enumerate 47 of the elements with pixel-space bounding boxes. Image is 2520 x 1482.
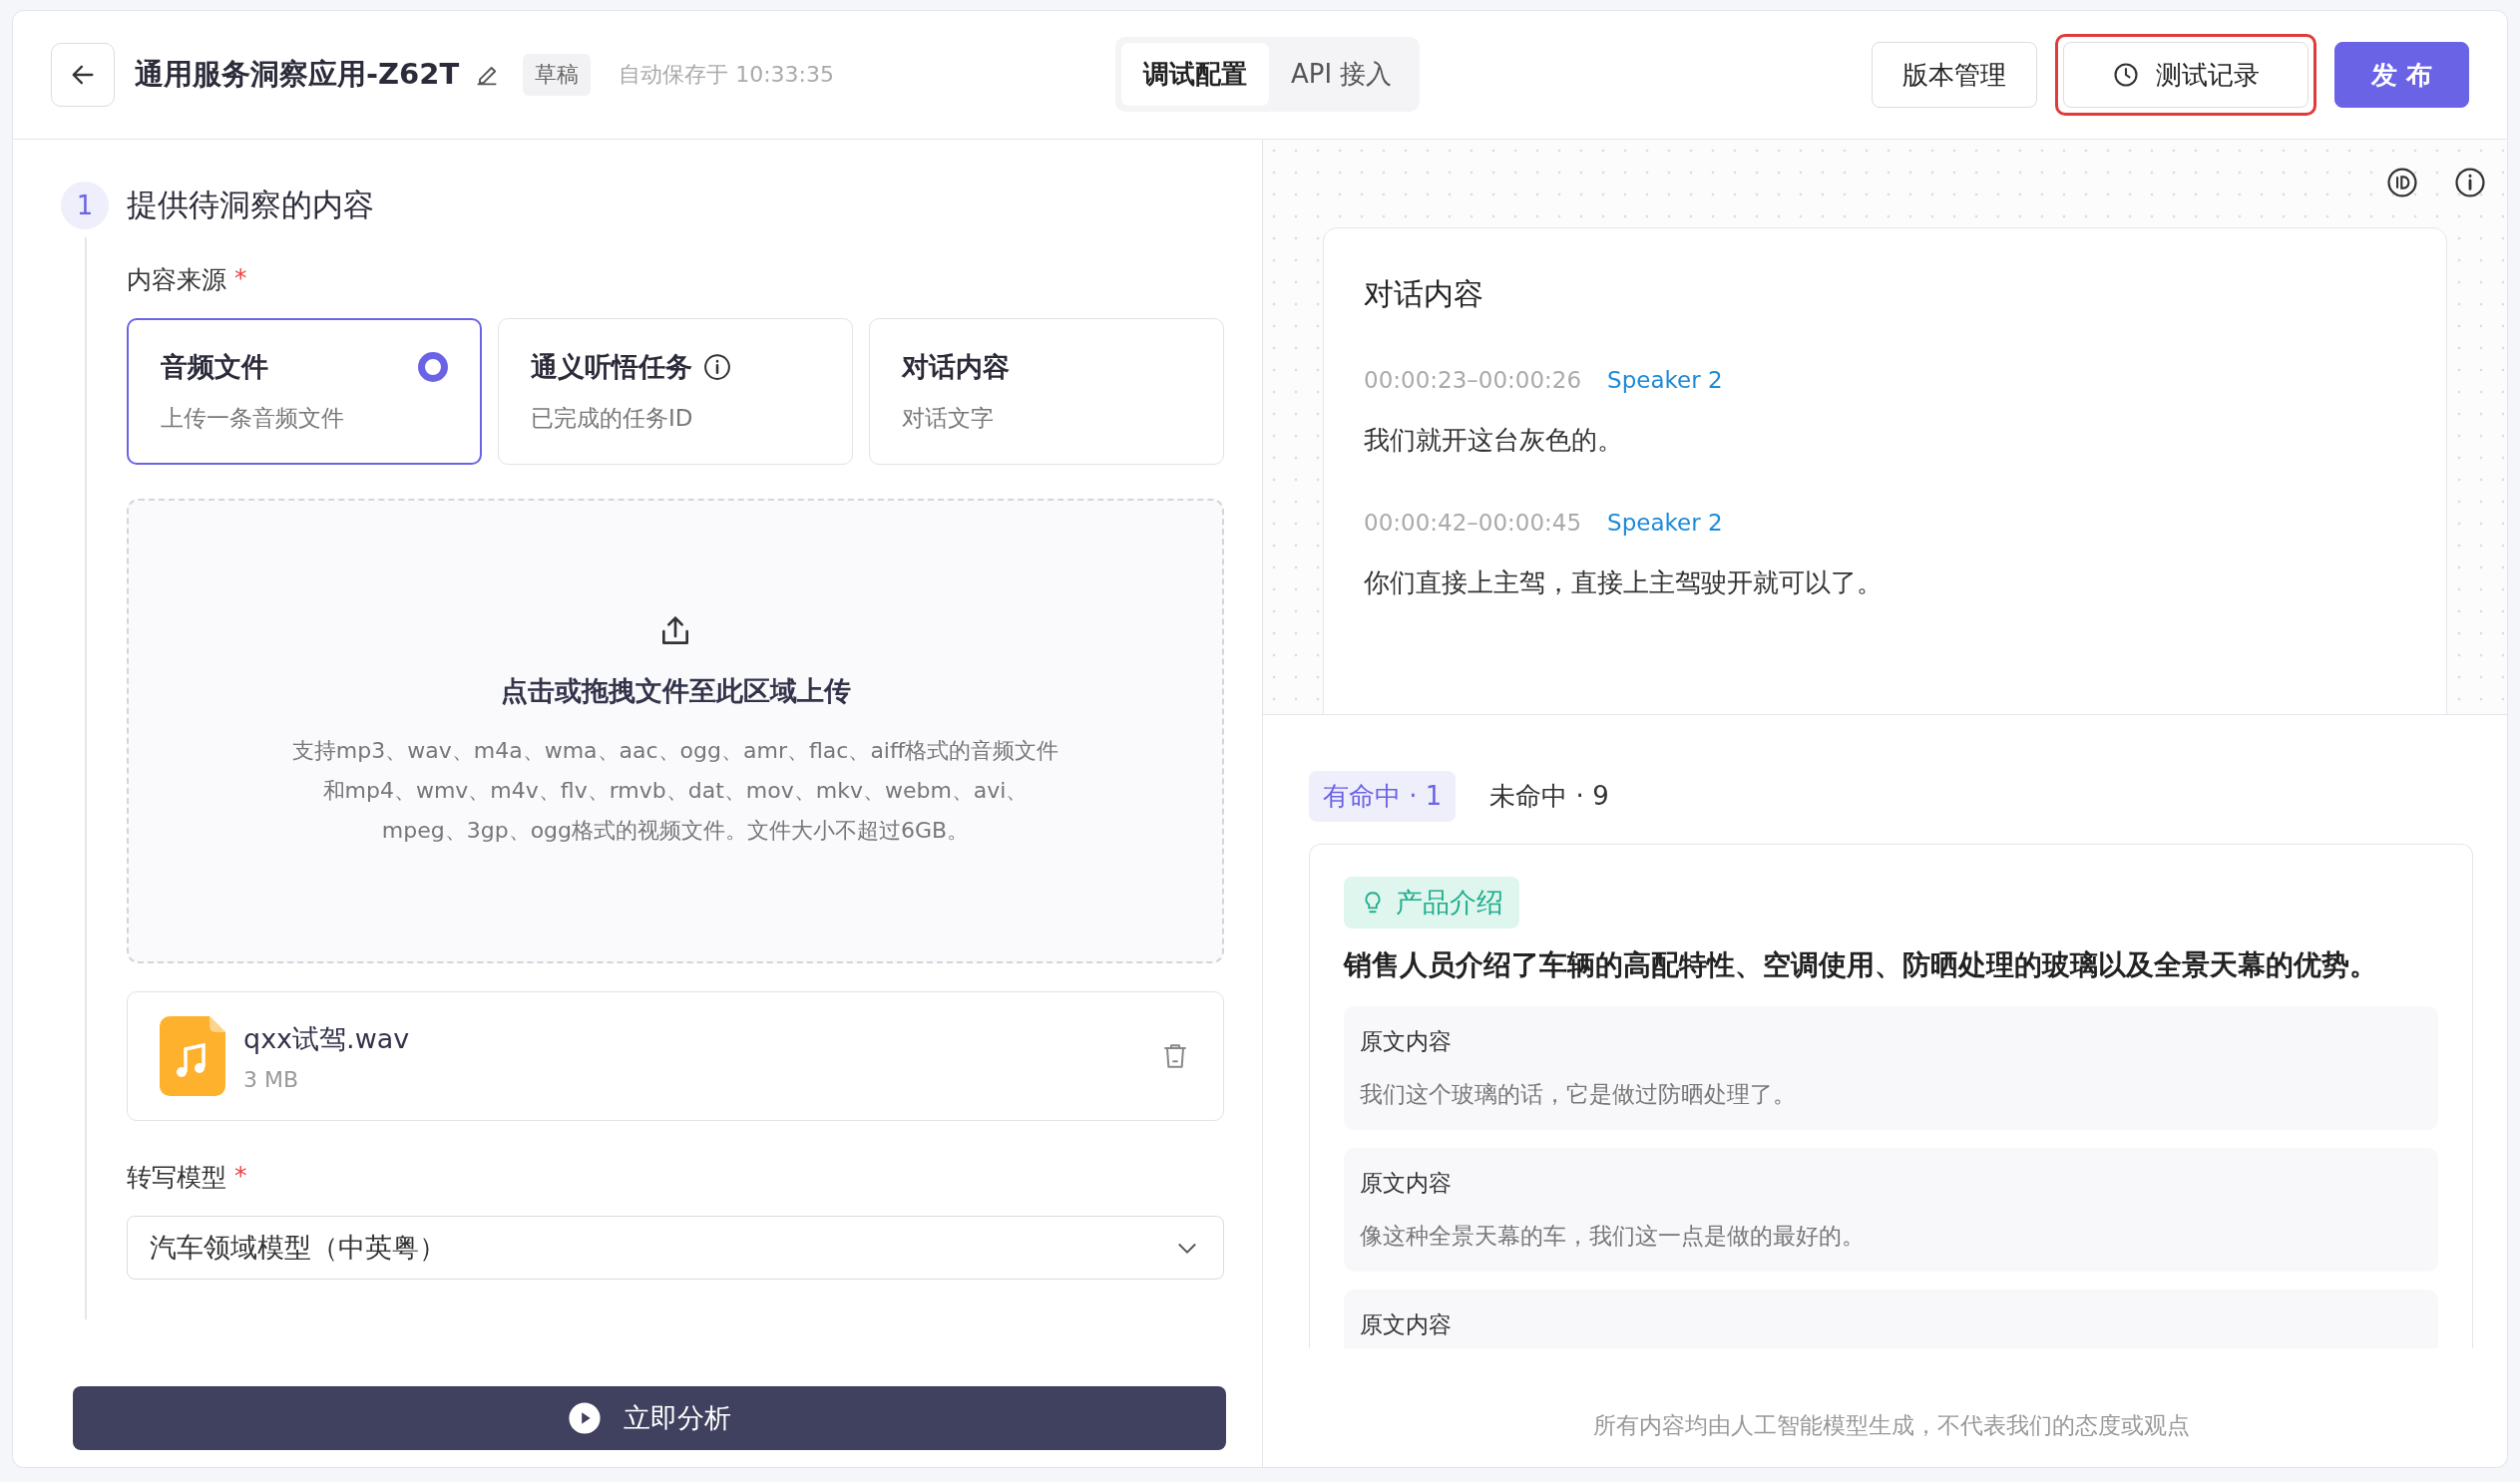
quote-text: 像这种全景天幕的车，我们这一点是做的最好的。	[1360, 1222, 1866, 1251]
source-option[interactable]: 音频文件 上传一条音频文件	[127, 318, 482, 465]
quote-label: 原文内容	[1360, 1310, 1453, 1339]
file-name: qxx试驾.wav	[243, 1021, 410, 1056]
step-title: 提供待洞察的内容	[127, 185, 374, 224]
result-tab[interactable]: 未命中 · 9	[1475, 771, 1623, 822]
version-button[interactable]: 版本管理	[1871, 42, 2037, 108]
field-label: 转写模型	[127, 1162, 226, 1194]
category-tag: 产品介绍	[1344, 877, 1519, 928]
model-select[interactable]: 汽车领域模型（中英粤）	[127, 1216, 1224, 1280]
draft-badge: 草稿	[523, 54, 592, 96]
speaker-name: Speaker 2	[1607, 367, 1723, 393]
test-record-button[interactable]: 测试记录	[2062, 42, 2309, 108]
mode-tab[interactable]: API 接入	[1269, 43, 1415, 106]
music-file-icon	[160, 1016, 225, 1096]
upload-description: 支持mp3、wav、m4a、wma、aac、ogg、amr、flac、aiff格式的音频文件和mp4、wmv、m4v、flv、rmvb、dat、mov、mkv、webm、avi、mpeg、3gp、ogg格式的视频文件。文件大小不超过6GB。	[291, 737, 1059, 845]
quote-text: 我们这个玻璃的话，它是做过防晒处理了。	[1360, 1080, 1797, 1109]
publish-button[interactable]: 发 布	[2333, 42, 2469, 108]
info-icon[interactable]	[2453, 166, 2487, 199]
required-mark: *	[234, 263, 247, 294]
timestamp: 00:00:23–00:00:26	[1364, 367, 1582, 393]
mode-tab[interactable]: 调试配置	[1121, 43, 1269, 106]
required-mark: *	[234, 1161, 247, 1192]
upload-title: 点击或拖拽文件至此区域上传	[500, 674, 851, 708]
id-icon[interactable]	[2385, 166, 2419, 199]
transcript-title: 对话内容	[1364, 275, 1484, 313]
back-button[interactable]	[51, 43, 115, 107]
file-size: 3 MB	[243, 1066, 300, 1092]
analyze-button[interactable]: 立即分析	[73, 1386, 1226, 1450]
autosave-text: 自动保存于 10:33:35	[619, 61, 834, 89]
result-tab[interactable]: 有命中 · 1	[1309, 771, 1457, 822]
source-option[interactable]: 通义听悟任务 已完成的任务ID	[498, 318, 853, 465]
upload-dropzone[interactable]: 点击或拖拽文件至此区域上传 支持mp3、wav、m4a、wma、aac、ogg、amr、flac、aiff格式的音频文件和mp4、wmv、m4v、flv、rmvb、dat、mov、mkv、webm、avi、mpeg、3gp、ogg格式的视频文件。文件大小不超过6GB。	[127, 499, 1224, 963]
utterance-text: 你们直接上主驾，直接上主驾驶开就可以了。	[1364, 566, 1884, 599]
insight-summary: 销售人员介绍了车辆的高配特性、空调使用、防晒处理的玻璃以及全景天幕的优势。	[1344, 947, 2377, 983]
speaker-name: Speaker 2	[1607, 510, 1723, 536]
quote-label: 原文内容	[1360, 1169, 1453, 1198]
app-title: 通用服务洞察应用-Z62T	[135, 56, 460, 93]
field-label: 内容来源	[127, 264, 226, 296]
quote-label: 原文内容	[1360, 1027, 1453, 1056]
play-icon	[568, 1401, 602, 1435]
source-option[interactable]: 对话内容 对话文字	[869, 318, 1224, 465]
timestamp: 00:00:42–00:00:45	[1364, 510, 1582, 536]
clock-icon	[2111, 61, 2140, 89]
step-number: 1	[61, 182, 109, 229]
utterance-text: 我们就开这台灰色的。	[1364, 424, 1624, 457]
disclaimer-text: 所有内容均由人工智能模型生成，不代表我们的态度或观点	[1591, 1411, 2191, 1440]
